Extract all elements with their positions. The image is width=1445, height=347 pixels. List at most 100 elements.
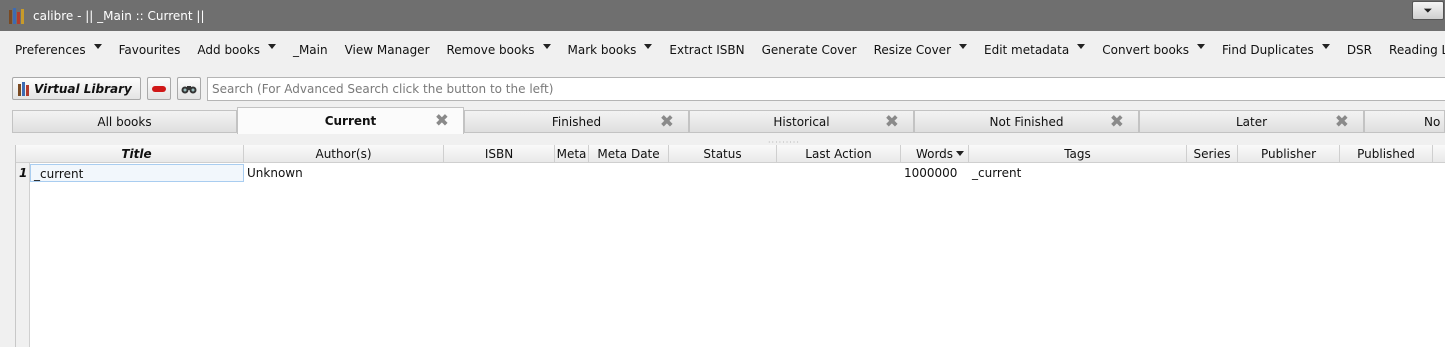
close-tab-icon[interactable]: ✖	[660, 112, 674, 132]
tab-no[interactable]: No	[1364, 110, 1445, 133]
cell-isbn[interactable]	[444, 164, 555, 182]
cell-publisher[interactable]	[1238, 164, 1340, 182]
column-header-label: Title	[121, 147, 152, 161]
search-input[interactable]	[207, 77, 1445, 101]
convert-books-label: Convert books	[1102, 43, 1189, 57]
row-number[interactable]: 1	[19, 166, 27, 180]
column-header-status[interactable]: Status	[669, 145, 777, 163]
add-books-label: Add books	[197, 43, 260, 57]
column-header-title[interactable]: Title	[30, 145, 244, 163]
extract-isbn-button[interactable]: Extract ISBN	[669, 43, 744, 57]
generate-cover-button[interactable]: Generate Cover	[762, 43, 857, 57]
find-duplicates-button[interactable]: Find Duplicates	[1222, 43, 1330, 57]
favourites-button[interactable]: Favourites	[119, 43, 181, 57]
mark-books-button[interactable]: Mark books	[568, 43, 653, 57]
dropdown-arrow-icon[interactable]	[959, 43, 967, 49]
sort-descending-icon	[956, 151, 964, 156]
main-library-label: _Main	[292, 43, 328, 57]
tab-label: No	[1424, 115, 1441, 129]
cell-words[interactable]: 1000000	[901, 164, 969, 182]
cell-tags[interactable]: _current	[969, 164, 1187, 182]
close-tab-icon[interactable]: ✖	[885, 112, 899, 132]
cell-authors[interactable]: Unknown	[244, 164, 444, 182]
cell-published[interactable]	[1340, 164, 1433, 182]
mark-books-label: Mark books	[567, 43, 637, 57]
column-header-series[interactable]: Series	[1187, 145, 1238, 163]
close-tab-icon[interactable]: ✖	[435, 111, 449, 131]
table-header: Title Author(s) ISBN Meta Meta Date Status Las…	[16, 145, 1445, 163]
cell-meta-date[interactable]	[589, 164, 669, 182]
tab-current[interactable]: Current ✖	[237, 107, 464, 134]
column-header-meta-date[interactable]: Meta Date	[589, 145, 669, 163]
add-books-button[interactable]: Add books	[197, 43, 276, 57]
clear-virtual-library-button[interactable]	[147, 77, 171, 100]
column-header-last-action[interactable]: Last Action	[777, 145, 901, 163]
column-header-label: Meta	[556, 147, 587, 161]
edit-metadata-label: Edit metadata	[984, 43, 1070, 57]
reading-list-button[interactable]: Reading List	[1389, 43, 1445, 57]
tab-finished[interactable]: Finished ✖	[464, 110, 689, 133]
column-header-label: Last Action	[805, 147, 872, 161]
column-header-words[interactable]: Words	[901, 145, 969, 163]
search-bar: Virtual Library	[0, 75, 1445, 103]
tabs-divider	[12, 132, 1445, 133]
dropdown-arrow-icon[interactable]	[542, 43, 551, 49]
column-header-label: Author(s)	[315, 147, 372, 161]
close-tab-icon[interactable]: ✖	[1110, 112, 1124, 132]
tab-label: Historical	[773, 115, 830, 129]
remove-icon	[152, 85, 166, 92]
cell-status[interactable]	[669, 164, 777, 182]
tab-later[interactable]: Later ✖	[1139, 110, 1364, 133]
main-toolbar: Preferences Favourites Add books _Main View …	[0, 31, 1445, 69]
cell-last-action[interactable]	[777, 164, 901, 182]
view-manager-button[interactable]: View Manager	[345, 43, 430, 57]
extract-isbn-label: Extract ISBN	[669, 43, 745, 57]
column-header-meta[interactable]: Meta	[555, 145, 589, 163]
edit-metadata-button[interactable]: Edit metadata	[984, 43, 1086, 57]
virtual-library-label: Virtual Library	[34, 81, 132, 96]
find-duplicates-label: Find Duplicates	[1221, 43, 1314, 57]
column-header-label: Meta Date	[597, 147, 660, 161]
dropdown-arrow-icon[interactable]	[93, 43, 102, 49]
column-header-label: ISBN	[484, 147, 514, 161]
title-bar: calibre - || _Main :: Current || ⏷	[0, 0, 1445, 31]
advanced-search-button[interactable]	[177, 77, 201, 100]
tab-label: Current	[324, 114, 377, 128]
dropdown-arrow-icon[interactable]	[1196, 43, 1205, 49]
cell-title[interactable]: _current	[30, 164, 244, 182]
close-tab-icon[interactable]: ✖	[1335, 112, 1349, 132]
dropdown-arrow-icon[interactable]	[267, 43, 276, 49]
tab-historical[interactable]: Historical ✖	[689, 110, 914, 133]
column-header-publisher[interactable]: Publisher	[1238, 145, 1340, 163]
window-title: calibre - || _Main :: Current ||	[33, 8, 205, 23]
dropdown-arrow-icon[interactable]	[1077, 43, 1086, 49]
column-header-label: Series	[1193, 147, 1231, 161]
tab-label: Later	[1235, 115, 1268, 129]
remove-books-button[interactable]: Remove books	[447, 43, 551, 57]
preferences-label: Preferences	[15, 43, 86, 57]
window-restore-button[interactable]: ⏷	[1412, 1, 1444, 20]
restore-icon: ⏷	[1423, 3, 1433, 17]
tab-all-books[interactable]: All books	[12, 110, 237, 133]
cell-meta[interactable]	[555, 164, 589, 182]
book-list-table: Title Author(s) ISBN Meta Meta Date Status Las…	[15, 145, 1445, 347]
main-library-button[interactable]: _Main	[293, 43, 328, 57]
resize-cover-button[interactable]: Resize Cover	[874, 43, 967, 57]
column-header-published[interactable]: Published	[1340, 145, 1433, 163]
convert-books-button[interactable]: Convert books	[1102, 43, 1205, 57]
virtual-library-button[interactable]: Virtual Library	[12, 77, 141, 100]
column-header-authors[interactable]: Author(s)	[244, 145, 444, 163]
books-icon	[18, 81, 29, 96]
generate-cover-label: Generate Cover	[761, 43, 857, 57]
cell-series[interactable]	[1187, 164, 1238, 182]
dropdown-arrow-icon[interactable]	[1321, 43, 1330, 49]
column-header-isbn[interactable]: ISBN	[444, 145, 555, 163]
preferences-button[interactable]: Preferences	[15, 43, 102, 57]
binoculars-icon	[181, 85, 197, 93]
column-header-tags[interactable]: Tags	[969, 145, 1187, 163]
tab-not-finished[interactable]: Not Finished ✖	[914, 110, 1139, 133]
tab-label: Not Finished	[989, 115, 1064, 129]
dropdown-arrow-icon[interactable]	[644, 43, 653, 49]
dsr-button[interactable]: DSR	[1347, 43, 1372, 57]
calibre-logo-icon	[9, 7, 27, 24]
